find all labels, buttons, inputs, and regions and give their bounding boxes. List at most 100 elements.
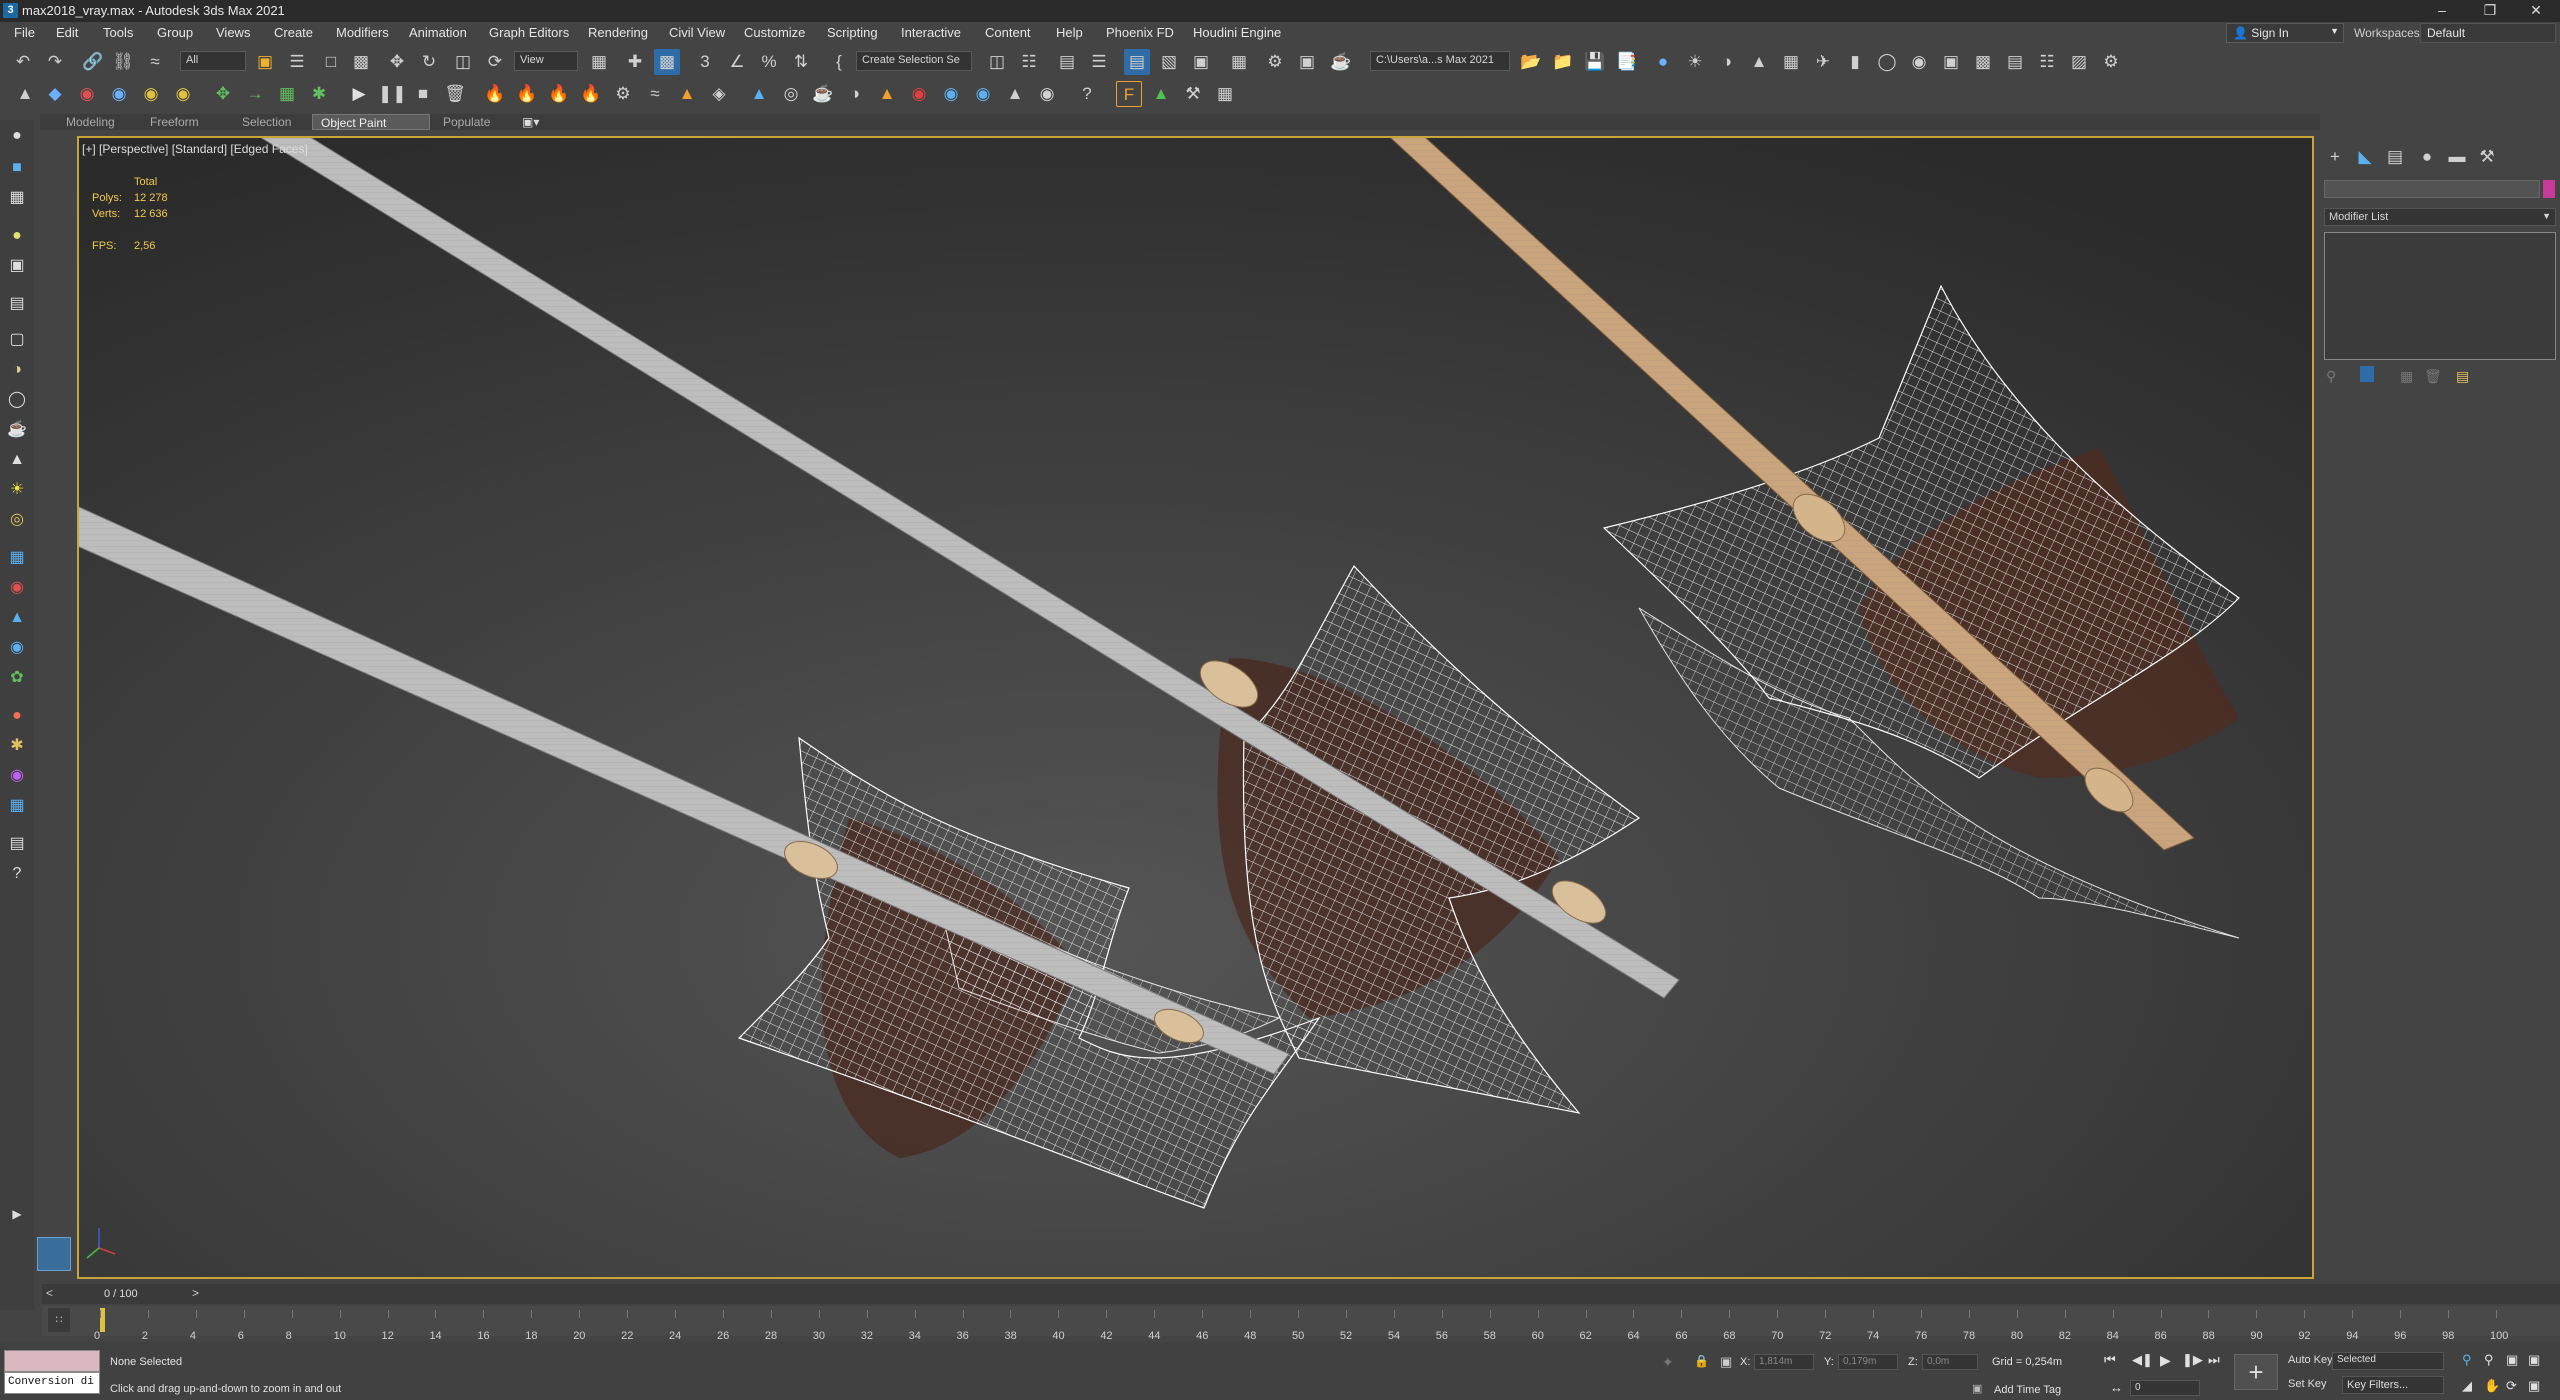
liquid-icon[interactable]: ◈ [706, 81, 732, 107]
cone-icon[interactable]: ▲ [5, 448, 29, 472]
mini-curve-editor-icon[interactable]: ∷ [48, 1308, 70, 1332]
tree-icon[interactable]: ▲ [1148, 81, 1174, 107]
set-key-button[interactable]: Set Key [2284, 1376, 2331, 1394]
scene-explorer-toggle-icon[interactable]: ● [5, 124, 29, 148]
vray-plane-icon[interactable]: ▮ [1842, 49, 1868, 75]
viewport-layout-icon[interactable] [37, 1237, 71, 1271]
close-button[interactable]: ✕ [2514, 0, 2558, 22]
set-key-icon[interactable]: + [2234, 1354, 2278, 1390]
go-to-start-icon[interactable]: ⏮ [2104, 1352, 2116, 1368]
menu-customize[interactable]: Customize [744, 25, 805, 40]
add-time-tag[interactable]: Add Time Tag [1994, 1384, 2061, 1396]
current-frame-field[interactable]: 0 [2130, 1380, 2200, 1396]
vray-lister-icon[interactable]: ☷ [2034, 49, 2060, 75]
script-icon[interactable]: ▤ [5, 832, 29, 856]
remove-modifier-icon[interactable]: 🗑 [2424, 368, 2442, 385]
start-simulation-icon[interactable]: ▶ [346, 81, 372, 107]
explosion-preset-icon[interactable]: 🔥 [546, 81, 572, 107]
schematic-view-icon[interactable]: ▣ [1188, 49, 1214, 75]
select-object-icon[interactable]: ▣ [252, 49, 278, 75]
viewport-label[interactable]: [+] [Perspective] [Standard] [Edged Face… [82, 142, 308, 156]
pause-simulation-icon[interactable]: ❚❚ [378, 81, 407, 107]
material-editor-icon[interactable]: ▦ [1226, 49, 1252, 75]
project-path-dropdown[interactable]: C:\Users\a...s Max 2021 [1370, 51, 1510, 71]
named-selection-sets-dropdown[interactable]: Create Selection Se [856, 51, 972, 71]
open-icon[interactable]: 📁 [1550, 49, 1576, 75]
menu-animation[interactable]: Animation [409, 25, 467, 40]
select-by-name-icon[interactable]: ☰ [284, 49, 310, 75]
orbit-icon[interactable]: ⟳ [2506, 1378, 2517, 1394]
menu-tools[interactable]: Tools [103, 25, 133, 40]
modifier-list-dropdown[interactable]: Modifier List ▼ [2324, 208, 2556, 226]
maximize-viewport-icon[interactable]: ▣ [2528, 1378, 2540, 1394]
vray-override-icon[interactable]: ▨ [2066, 49, 2092, 75]
curve-editor-icon[interactable]: ▧ [1156, 49, 1182, 75]
absolute-mode-icon[interactable]: ▣ [1720, 1354, 1732, 1370]
select-manipulate-icon[interactable]: ✚ [622, 49, 648, 75]
maximize-button[interactable]: ❐ [2468, 0, 2512, 22]
spacewarps-icon[interactable]: ▦ [5, 546, 29, 570]
y-coordinate-field[interactable]: 0,179m [1838, 1354, 1898, 1370]
menu-rendering[interactable]: Rendering [588, 25, 648, 40]
tools-icon[interactable]: ⚒ [1180, 81, 1206, 107]
phoenix-forces-icon[interactable]: → [242, 81, 268, 107]
smoke-preset-icon[interactable]: 🔥 [514, 81, 540, 107]
phoenix-liquid-icon[interactable]: ◉ [106, 81, 132, 107]
hierarchy-icon[interactable]: ▲ [5, 606, 29, 630]
isolate-selection-icon[interactable]: ✦ [1662, 1354, 1674, 1371]
help-circle-icon[interactable]: ? [5, 862, 29, 886]
time-slider[interactable]: < > [42, 1284, 2560, 1304]
menu-houdini-engine[interactable]: Houdini Engine [1193, 25, 1281, 40]
menu-civil-view[interactable]: Civil View [669, 25, 725, 40]
stop-simulation-icon[interactable]: ■ [410, 81, 436, 107]
menu-modifiers[interactable]: Modifiers [336, 25, 389, 40]
teapot-icon[interactable]: ☕ [5, 418, 29, 442]
perspective-viewport[interactable] [77, 136, 2314, 1279]
river-icon[interactable]: ◉ [1034, 81, 1060, 107]
sign-in-dropdown[interactable]: 👤 Sign In ▼ [2226, 23, 2344, 43]
maxscript-mini-listener[interactable]: Conversion di [4, 1372, 100, 1394]
sim-tools-icon[interactable]: ≈ [642, 81, 668, 107]
render-production-icon[interactable]: ☕ [1328, 49, 1354, 75]
utilities-tab-icon[interactable]: ⚒ [2474, 144, 2500, 170]
create-panel-icon[interactable]: ■ [5, 156, 29, 180]
save-as-icon[interactable]: 📑 [1614, 49, 1640, 75]
placement-icon[interactable]: ⟳ [482, 49, 508, 75]
wave-icon[interactable]: ◉ [938, 81, 964, 107]
foliage-icon[interactable]: ✿ [5, 666, 29, 690]
display-tab-icon[interactable]: ▬ [2444, 144, 2470, 170]
splash-icon[interactable]: ◎ [778, 81, 804, 107]
helpers-icon[interactable]: ▤ [5, 292, 29, 316]
redo-icon[interactable]: ↷ [42, 49, 68, 75]
tab-populate[interactable]: Populate [435, 114, 498, 130]
boat-icon[interactable]: ▲ [1002, 81, 1028, 107]
edit-named-selection-icon[interactable]: { [826, 49, 852, 75]
render-setup-icon[interactable]: ⚙ [1262, 49, 1288, 75]
toggle-ribbon-icon[interactable]: ▤ [1124, 49, 1150, 75]
phoenix-particles-icon[interactable]: ◉ [170, 81, 196, 107]
candle-preset-icon[interactable]: 🔥 [578, 81, 604, 107]
scene-explorer-icon[interactable]: ▤ [1054, 49, 1080, 75]
sphere-icon[interactable]: ◑ [5, 358, 29, 382]
align-icon[interactable]: ☷ [1016, 49, 1042, 75]
modify-tab-icon[interactable]: ◣ [2352, 144, 2378, 170]
phoenix-burst-icon[interactable]: ✱ [306, 81, 332, 107]
vray-proxy-icon[interactable]: ▦ [1778, 49, 1804, 75]
modifier-stack[interactable] [2324, 232, 2556, 360]
menu-help[interactable]: Help [1056, 25, 1083, 40]
scale-icon[interactable]: ◫ [450, 49, 476, 75]
tab-selection[interactable]: Selection [234, 114, 299, 130]
z-coordinate-field[interactable]: 0,0m [1922, 1354, 1978, 1370]
tab-freeform[interactable]: Freeform [142, 114, 207, 130]
create-tab-icon[interactable]: + [2322, 144, 2348, 170]
vray-camera-icon[interactable]: ◉ [1906, 49, 1932, 75]
rectangular-selection-icon[interactable]: □ [318, 49, 344, 75]
vray-mesh-icon[interactable]: ▲ [1746, 49, 1772, 75]
table-icon[interactable]: ▦ [1212, 81, 1238, 107]
previous-frame-icon[interactable]: ◀❚ [2132, 1352, 2153, 1368]
fire-preset-icon[interactable]: 🔥 [482, 81, 508, 107]
phoenix-source-icon[interactable]: ◉ [138, 81, 164, 107]
tab-object-paint[interactable]: Object Paint [312, 114, 430, 130]
pin-stack-icon[interactable]: ⚲ [2326, 368, 2336, 385]
maxscript-listener-box[interactable] [4, 1350, 100, 1372]
